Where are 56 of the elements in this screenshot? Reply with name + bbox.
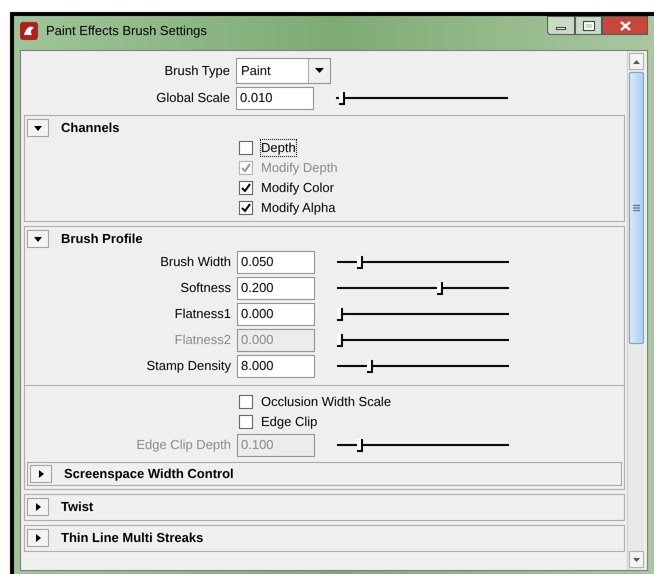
value-field[interactable]: 0.000 xyxy=(237,302,315,326)
slider-thumb[interactable] xyxy=(356,256,363,269)
checkbox[interactable] xyxy=(239,141,253,155)
field-label: Softness xyxy=(179,279,232,298)
caret-right-icon xyxy=(37,470,45,478)
checkbox-label[interactable]: Occlusion Width Scale xyxy=(261,394,392,410)
caret-right-icon xyxy=(34,503,42,511)
expand-toggle[interactable] xyxy=(27,230,49,248)
checkbox[interactable] xyxy=(239,181,253,195)
slider-thumb[interactable] xyxy=(337,308,343,321)
grip-icon xyxy=(632,205,640,211)
minimize-button[interactable] xyxy=(547,16,575,35)
checkbox[interactable] xyxy=(239,395,253,409)
checkbox-label[interactable]: Modify Alpha xyxy=(261,200,336,216)
section-title: Brush Profile xyxy=(61,230,143,248)
section-title: Thin Line Multi Streaks xyxy=(61,529,204,548)
field-label: Brush Width xyxy=(159,253,232,272)
expand-toggle[interactable] xyxy=(30,465,52,483)
value-field[interactable]: 0.010 xyxy=(236,86,314,110)
checkbox-label[interactable]: Edge Clip xyxy=(261,414,318,430)
checkbox[interactable] xyxy=(239,415,253,429)
section-header: Screenspace Width Control xyxy=(27,462,622,486)
checkbox-label[interactable]: Depth xyxy=(261,140,296,156)
close-icon xyxy=(620,20,630,30)
slider-thumb[interactable] xyxy=(339,92,346,105)
scroll-down-icon xyxy=(632,558,640,562)
app-icon xyxy=(20,22,38,40)
field-label: Edge Clip Depth xyxy=(135,436,232,454)
field-label: Flatness1 xyxy=(174,305,232,324)
caret-down-icon xyxy=(315,68,324,74)
checkbox-label[interactable]: Modify Color xyxy=(261,180,334,196)
maximize-button[interactable] xyxy=(575,16,602,35)
value-field[interactable]: 8.000 xyxy=(237,354,315,378)
caret-right-icon xyxy=(34,534,42,542)
value-field[interactable]: 0.200 xyxy=(237,276,315,300)
caret-down-icon xyxy=(34,124,42,132)
close-button[interactable] xyxy=(602,16,648,35)
section-title: Channels xyxy=(61,119,120,138)
field-label: Brush Type xyxy=(163,62,231,80)
field-label: Global Scale xyxy=(155,89,231,108)
field-label: Stamp Density xyxy=(145,357,232,376)
slider-thumb[interactable] xyxy=(436,282,443,295)
scrollbar[interactable] xyxy=(627,51,644,570)
checkbox[interactable] xyxy=(239,201,253,215)
brush-type-dropdown[interactable]: Paint xyxy=(236,58,331,84)
value-field[interactable]: 0.050 xyxy=(237,250,315,274)
field-label: Flatness2 xyxy=(174,331,232,350)
caret-down-icon xyxy=(34,235,42,243)
expand-toggle[interactable] xyxy=(27,119,49,137)
window-title: Paint Effects Brush Settings xyxy=(46,22,207,40)
slider-thumb[interactable] xyxy=(366,360,373,373)
scrollbar-thumb[interactable] xyxy=(628,72,644,344)
scroll-up-icon xyxy=(632,60,640,64)
expand-toggle[interactable] xyxy=(27,529,49,547)
expand-toggle[interactable] xyxy=(27,498,49,516)
section-title: Twist xyxy=(61,498,94,516)
